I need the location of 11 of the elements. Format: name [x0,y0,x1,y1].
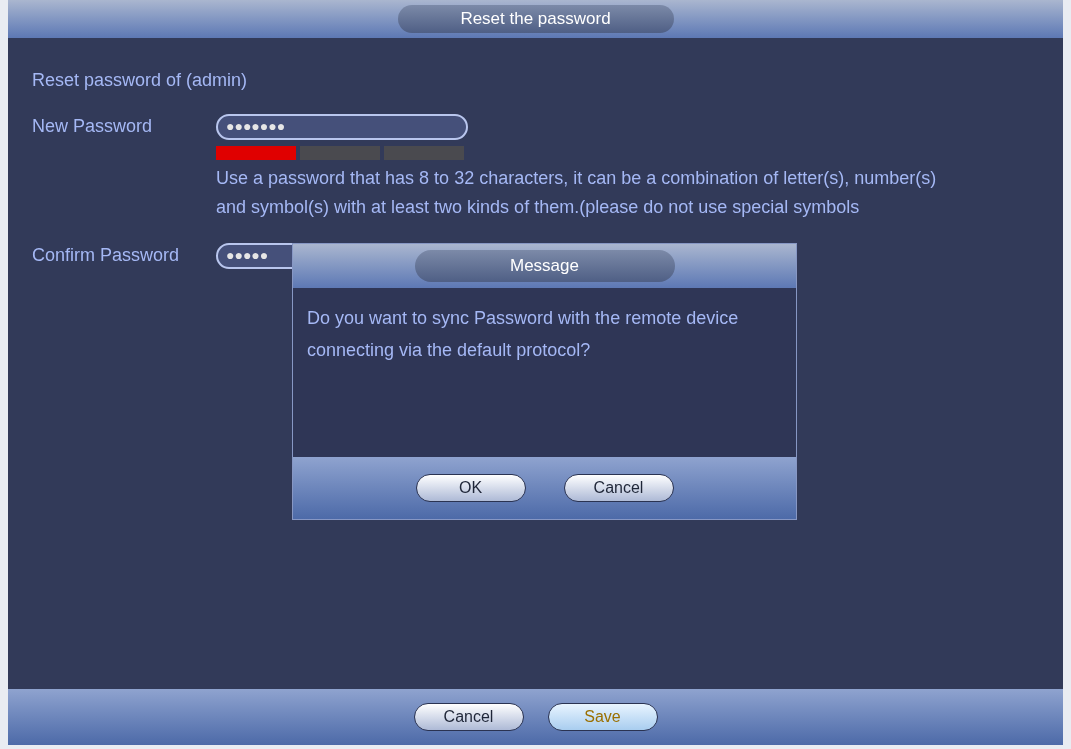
field-label: New Password [32,115,154,138]
password-field[interactable]: ●●●●●●● [216,113,468,140]
cancel-button[interactable]: Cancel [563,474,674,502]
cancel-button[interactable]: Cancel [413,703,524,731]
dialog-title: Message [414,250,675,282]
password-hint: Use a password that has 8 to 32 characters, it can be a combination of letter(s), number(s) and symbol(s) with at least two kinds of them.(please do not use special symbols [216,167,938,219]
form-heading: Reset password of (admin) [32,69,249,92]
dialog-message: Do you want to sync Password with the remote device connecting via the default protocol? [306,307,740,362]
window-title: Reset the password [397,5,674,33]
ok-button[interactable]: OK [415,474,526,502]
field-label: Confirm Password [32,244,181,267]
